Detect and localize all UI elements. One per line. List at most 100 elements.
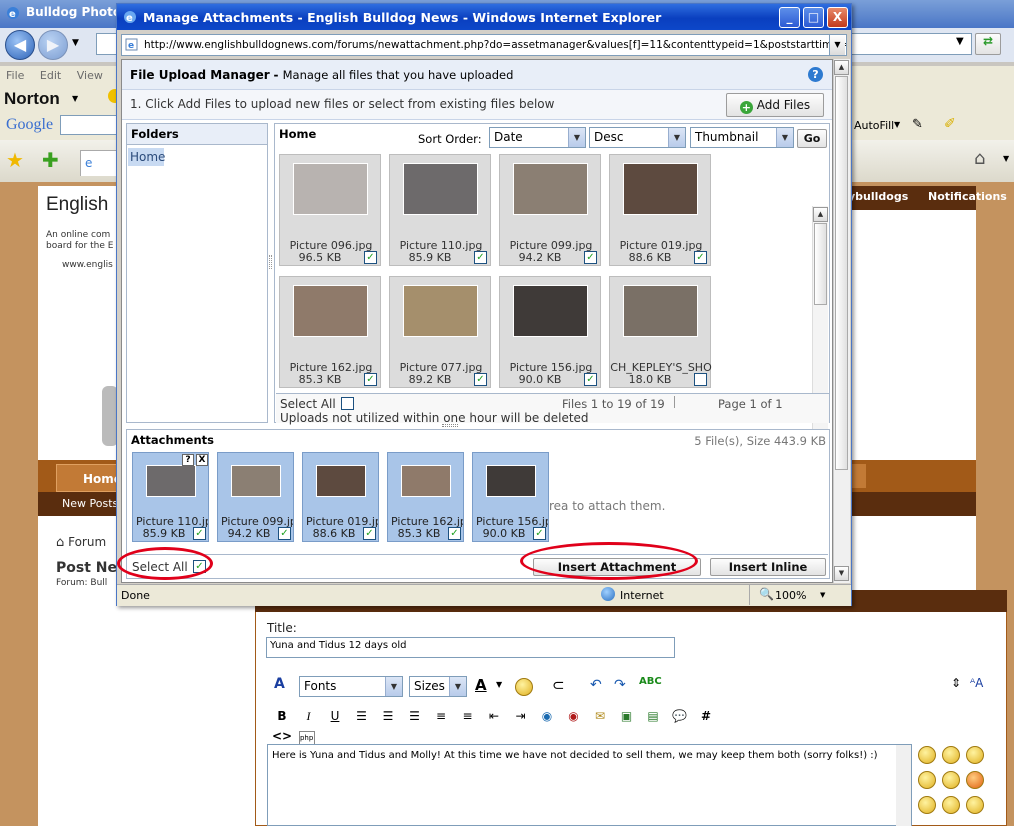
message-scrollbar[interactable] <box>896 745 911 826</box>
message-textarea[interactable]: Here is Yuna and Tidus and Molly! At thi… <box>267 744 912 826</box>
attachments-splitter-handle[interactable] <box>442 424 458 427</box>
address-dropdown-arrow-icon[interactable]: ▼ <box>829 35 845 55</box>
forward-button[interactable]: ▶ <box>38 30 68 60</box>
remove-format-icon[interactable]: A <box>274 676 285 692</box>
quote-icon[interactable]: 💬 <box>670 706 690 726</box>
attachment-help-button[interactable]: ? <box>182 454 194 466</box>
breadcrumb-forum[interactable]: Forum <box>68 535 106 549</box>
menu-view[interactable]: View <box>71 66 109 85</box>
maximize-button[interactable]: □ <box>803 7 824 28</box>
help-icon[interactable]: ? <box>808 67 823 82</box>
file-thumb[interactable]: Picture 110.jpg 85.9 KB ✓ <box>389 154 491 266</box>
insert-image-icon[interactable]: ▣ <box>617 706 637 726</box>
back-button[interactable]: ◀ <box>5 30 35 60</box>
sizes-select[interactable]: Sizes ▼ <box>409 676 467 697</box>
biggrin-icon[interactable] <box>966 796 984 814</box>
subnav-new-posts[interactable]: New Posts <box>62 497 118 510</box>
zoom-dropdown-icon[interactable]: ▼ <box>820 591 825 599</box>
folder-home[interactable]: Home <box>128 148 165 166</box>
files-scroll-up-icon[interactable]: ▲ <box>813 207 828 222</box>
file-thumb[interactable]: CH_KEPLEY'S_SHO 18.0 KB <box>609 276 712 388</box>
redo-icon[interactable]: ↷ <box>614 677 626 693</box>
home-icon[interactable]: ⌂ <box>974 148 985 169</box>
file-checkbox[interactable]: ✓ <box>584 251 597 264</box>
attachment-checkbox[interactable]: ✓ <box>448 527 461 540</box>
attachment-item[interactable]: Picture 099.jpg 94.2 KB ✓ <box>217 452 294 542</box>
zoom-icon[interactable]: 🔍 <box>759 587 774 601</box>
menu-edit[interactable]: Edit <box>34 66 67 85</box>
resize-icon[interactable]: ⇕ <box>951 676 961 690</box>
close-button[interactable]: X <box>827 7 848 28</box>
file-thumb[interactable]: Picture 019.jpg 88.6 KB ✓ <box>609 154 711 266</box>
breadcrumb-home-icon[interactable]: ⌂ <box>56 535 64 550</box>
undo-icon[interactable]: ↶ <box>590 677 602 693</box>
align-left-icon[interactable]: ☰ <box>352 706 372 726</box>
title-input[interactable]: Yuna and Tidus 12 days old <box>266 637 675 658</box>
status-zoom[interactable]: 100% <box>775 589 806 602</box>
background-address-field[interactable] <box>96 33 118 55</box>
file-thumb[interactable]: Picture 096.jpg 96.5 KB ✓ <box>279 154 381 266</box>
attachment-item[interactable]: Picture 162.jpg 85.3 KB ✓ <box>387 452 464 542</box>
wrap-code-button[interactable]: # <box>696 706 716 726</box>
file-checkbox[interactable]: ✓ <box>474 251 487 264</box>
confused-icon[interactable] <box>918 796 936 814</box>
wrap-html-button[interactable]: <> <box>272 726 292 746</box>
file-checkbox[interactable]: ✓ <box>474 373 487 386</box>
bold-button[interactable]: B <box>272 706 292 726</box>
refresh-icon[interactable]: ⇄ <box>975 33 1001 55</box>
attachment-checkbox[interactable]: ✓ <box>533 527 546 540</box>
google-search-input[interactable] <box>60 115 118 135</box>
email-link-icon[interactable]: ✉ <box>590 706 610 726</box>
nav-right-tab[interactable] <box>852 464 866 488</box>
ordered-list-icon[interactable]: ≡ <box>431 706 451 726</box>
home-dropdown-icon[interactable]: ▼ <box>1003 154 1009 163</box>
popup-titlebar[interactable]: Manage Attachments - English Bulldog New… <box>117 4 851 30</box>
autofill-dropdown-icon[interactable]: ▼ <box>894 120 900 129</box>
attachment-checkbox[interactable]: ✓ <box>193 527 206 540</box>
popup-scroll-up-icon[interactable]: ▲ <box>834 60 849 75</box>
attachment-item[interactable]: Picture 110.jpg 85.9 KB ✓ ? X <box>132 452 209 542</box>
align-right-icon[interactable]: ☰ <box>405 706 425 726</box>
attachment-checkbox[interactable]: ✓ <box>363 527 376 540</box>
sort-field-select[interactable]: Date ▼ <box>489 127 586 148</box>
files-select-all-checkbox[interactable] <box>341 397 354 410</box>
insert-video-icon[interactable]: ▤ <box>643 706 663 726</box>
attachment-clip-icon[interactable]: ⊂ <box>552 676 565 694</box>
file-thumb[interactable]: Picture 099.jpg 94.2 KB ✓ <box>499 154 601 266</box>
favorites-star-icon[interactable]: ★ <box>6 148 24 172</box>
file-checkbox[interactable]: ✓ <box>364 251 377 264</box>
attachment-checkbox[interactable]: ✓ <box>278 527 291 540</box>
underline-button[interactable]: U <box>325 706 345 726</box>
add-favorite-icon[interactable]: ✚ <box>42 148 59 172</box>
italic-button[interactable]: I <box>299 706 319 726</box>
file-checkbox[interactable]: ✓ <box>364 373 377 386</box>
sort-direction-select[interactable]: Desc ▼ <box>589 127 686 148</box>
minimize-button[interactable]: _ <box>779 7 800 28</box>
nav-link-mybulldogs[interactable]: ybulldogs <box>848 190 908 203</box>
attachment-item[interactable]: Picture 156.jpg 90.0 KB ✓ <box>472 452 549 542</box>
files-scroll-thumb[interactable] <box>814 223 827 305</box>
align-center-icon[interactable]: ☰ <box>378 706 398 726</box>
view-mode-select[interactable]: Thumbnail ▼ <box>690 127 794 148</box>
file-checkbox[interactable]: ✓ <box>584 373 597 386</box>
outdent-icon[interactable]: ⇤ <box>484 706 504 726</box>
wink-icon[interactable] <box>942 796 960 814</box>
popup-address-bar[interactable]: http://www.englishbulldognews.com/forums… <box>121 34 847 56</box>
file-checkbox[interactable] <box>694 373 707 386</box>
fonts-select[interactable]: Fonts ▼ <box>299 676 403 697</box>
insert-link-icon[interactable]: ◉ <box>537 706 557 726</box>
nav-link-notifications[interactable]: Notifications <box>928 190 1007 203</box>
attachment-remove-button[interactable]: X <box>196 454 208 466</box>
tongue-icon[interactable] <box>942 771 960 789</box>
popup-scroll-down-icon[interactable]: ▼ <box>834 566 849 581</box>
smilies-icon[interactable] <box>515 678 533 696</box>
indent-icon[interactable]: ⇥ <box>511 706 531 726</box>
mad-icon[interactable] <box>918 771 936 789</box>
smile-icon[interactable] <box>918 746 936 764</box>
history-dropdown-icon[interactable]: ▼ <box>72 38 79 48</box>
frown-icon[interactable] <box>966 746 984 764</box>
norton-dropdown-icon[interactable]: ▼ <box>72 94 78 103</box>
insert-inline-button[interactable]: Insert Inline <box>710 558 826 576</box>
remove-link-icon[interactable]: ◉ <box>564 706 584 726</box>
background-address-field-right[interactable] <box>850 33 972 55</box>
